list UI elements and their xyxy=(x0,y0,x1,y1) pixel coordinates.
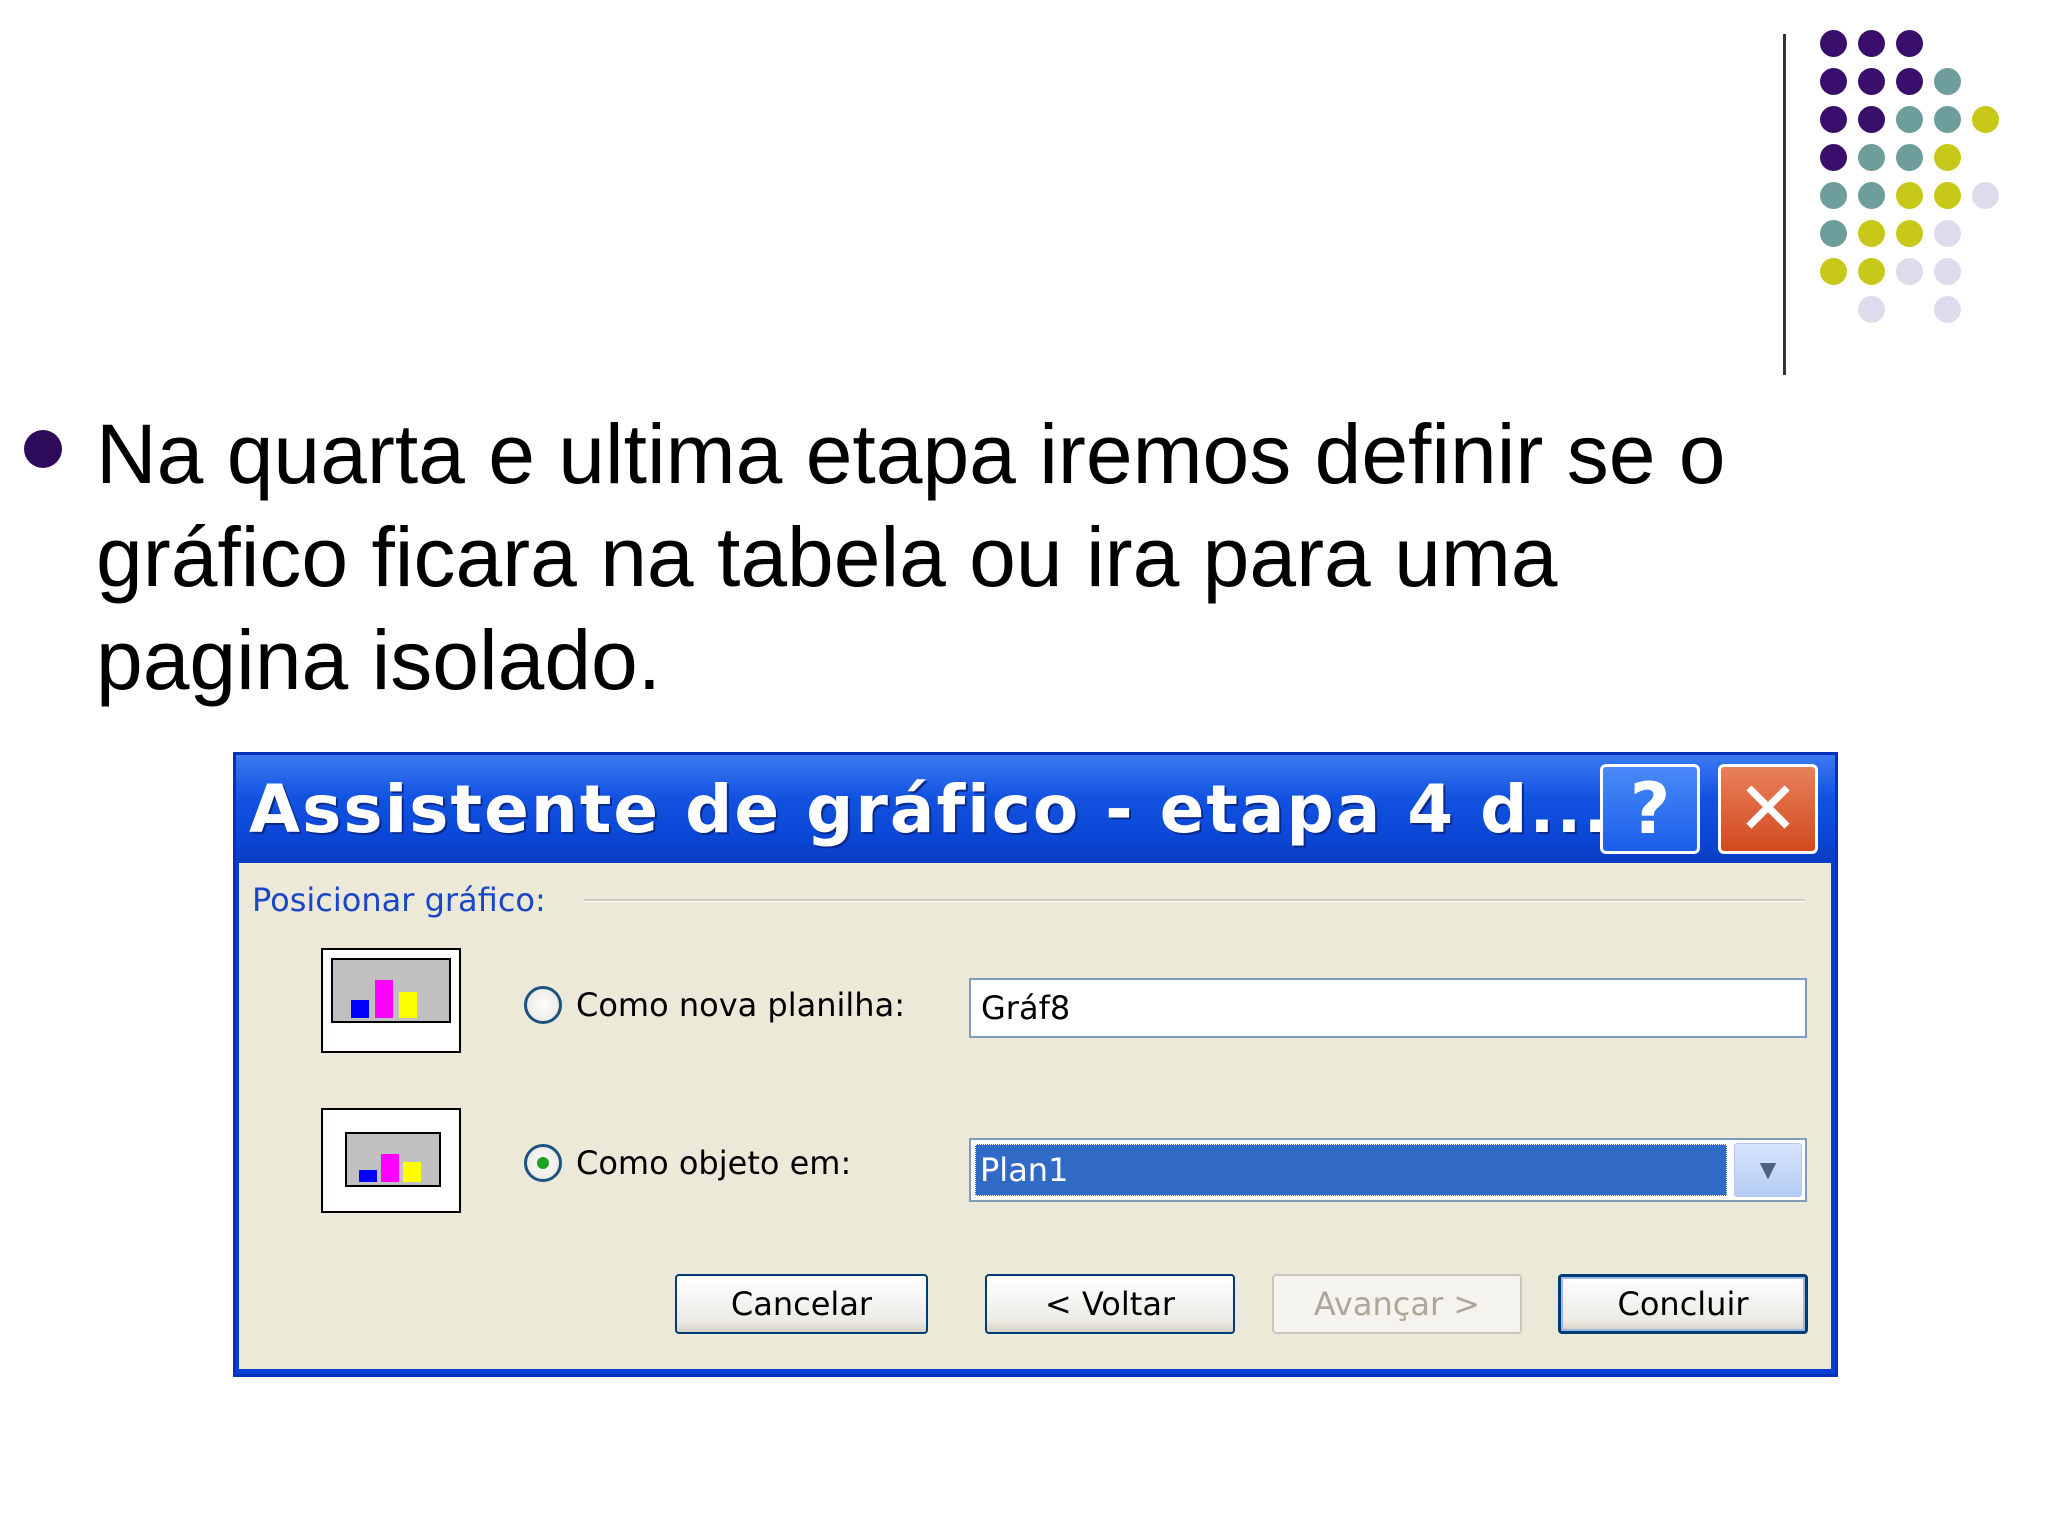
cancel-button[interactable]: Cancelar xyxy=(675,1274,928,1334)
decor-dot xyxy=(1820,220,1847,247)
object-sheet-select[interactable]: Plan1 ▼ xyxy=(969,1138,1807,1202)
decor-dot xyxy=(1858,30,1885,57)
decor-dot xyxy=(1896,68,1923,95)
dialog-titlebar[interactable]: Assistente de gráfico - etapa 4 d... ? ✕ xyxy=(236,755,1835,863)
decor-dot xyxy=(1820,30,1847,57)
decor-dot xyxy=(1820,144,1847,171)
dialog-title: Assistente de gráfico - etapa 4 d... xyxy=(249,771,1611,848)
back-button[interactable]: < Voltar xyxy=(985,1274,1235,1334)
decor-dot xyxy=(1934,258,1961,285)
chart-wizard-dialog: Assistente de gráfico - etapa 4 d... ? ✕… xyxy=(233,752,1838,1377)
decor-dot xyxy=(1820,106,1847,133)
decor-dot xyxy=(1896,106,1923,133)
decor-dot xyxy=(1820,182,1847,209)
decor-dot xyxy=(1934,220,1961,247)
decor-dot xyxy=(1858,220,1885,247)
decor-dot xyxy=(1972,182,1999,209)
decor-dot xyxy=(1858,68,1885,95)
new-sheet-name-input[interactable]: Gráf8 xyxy=(969,978,1807,1038)
decor-dot xyxy=(1858,182,1885,209)
decor-dot xyxy=(1934,106,1961,133)
decor-dot xyxy=(1896,144,1923,171)
decor-dot xyxy=(1896,30,1923,57)
help-button[interactable]: ? xyxy=(1600,764,1700,854)
decor-dot xyxy=(1934,182,1961,209)
new-sheet-chart-icon xyxy=(321,948,461,1053)
decor-dot xyxy=(1858,258,1885,285)
chevron-down-icon[interactable]: ▼ xyxy=(1734,1143,1802,1197)
decor-dot xyxy=(1858,296,1885,323)
decor-dot xyxy=(1858,106,1885,133)
embedded-chart-icon xyxy=(321,1108,461,1213)
radio-new-sheet[interactable] xyxy=(524,986,562,1024)
slide-bullet-text: Na quarta e ultima etapa iremos definir … xyxy=(96,407,1726,707)
decor-dot xyxy=(1934,144,1961,171)
bullet-point xyxy=(24,430,62,468)
decorative-divider xyxy=(1783,34,1786,375)
decor-dot xyxy=(1896,182,1923,209)
decor-dot xyxy=(1820,258,1847,285)
decor-dot xyxy=(1858,144,1885,171)
decor-dot xyxy=(1896,258,1923,285)
radio-label-as-object: Como objeto em: xyxy=(576,1144,852,1182)
group-label: Posicionar gráfico: xyxy=(252,881,546,919)
decor-dot xyxy=(1896,220,1923,247)
dialog-body: Posicionar gráfico: Como nova planilha: … xyxy=(239,863,1831,1369)
finish-button[interactable]: Concluir xyxy=(1558,1274,1808,1334)
radio-as-object[interactable] xyxy=(524,1144,562,1182)
group-divider xyxy=(584,899,1805,902)
decor-dot xyxy=(1972,106,1999,133)
decor-dot xyxy=(1934,68,1961,95)
next-button[interactable]: Avançar > xyxy=(1272,1274,1522,1334)
decor-dot xyxy=(1820,68,1847,95)
decorative-dots xyxy=(1820,30,2020,350)
radio-label-new-sheet: Como nova planilha: xyxy=(576,986,905,1024)
decor-dot xyxy=(1934,296,1961,323)
option-new-sheet[interactable]: Como nova planilha: xyxy=(524,986,905,1024)
select-value: Plan1 xyxy=(975,1144,1727,1196)
close-button[interactable]: ✕ xyxy=(1718,764,1818,854)
option-as-object[interactable]: Como objeto em: xyxy=(524,1144,851,1182)
